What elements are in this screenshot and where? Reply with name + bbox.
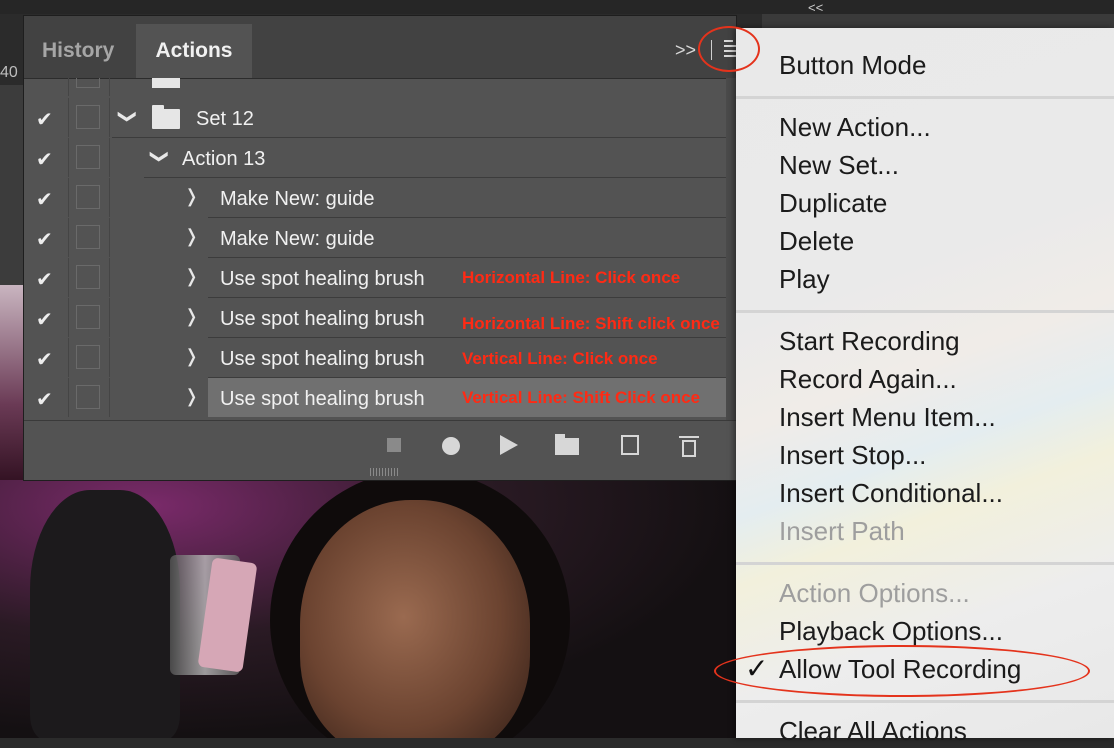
toggle-dialog-box[interactable] (76, 225, 100, 249)
new-set-icon[interactable] (555, 434, 579, 455)
action-list-row[interactable]: ✔ ❯ Set 12 (24, 98, 726, 138)
toggle-dialog-box[interactable] (76, 145, 100, 169)
action-label: Action 13 (182, 148, 266, 170)
menu-item-record-again[interactable]: Record Again... (779, 362, 957, 396)
chevron-right-icon[interactable]: ❭ (184, 266, 199, 287)
menu-item-insert-menu-item[interactable]: Insert Menu Item... (779, 400, 996, 434)
toggle-dialog-box[interactable] (76, 105, 100, 129)
app-top-strip (0, 0, 1114, 14)
step-label: Use spot healing brush (220, 388, 425, 410)
annotation-circle (714, 645, 1090, 697)
record-icon[interactable] (442, 437, 460, 455)
chevron-down-icon[interactable]: ❯ (149, 149, 170, 164)
toggle-dialog-box[interactable] (76, 385, 100, 409)
toggle-dialog-box[interactable] (76, 265, 100, 289)
toggle-item-check-icon[interactable]: ✔ (36, 147, 53, 172)
menu-item-delete[interactable]: Delete (779, 224, 854, 258)
step-label: Use spot healing brush (220, 308, 425, 330)
menu-item-start-recording[interactable]: Start Recording (779, 324, 960, 358)
left-canvas-strip (0, 85, 24, 285)
panel-scrollbar[interactable] (726, 78, 736, 420)
toggle-dialog-box[interactable] (76, 305, 100, 329)
menu-item-insert-stop[interactable]: Insert Stop... (779, 438, 926, 472)
panel-expand-icon[interactable]: >> (675, 40, 696, 61)
chevron-right-icon[interactable]: ❭ (184, 386, 199, 407)
toggle-dialog-box[interactable] (76, 345, 100, 369)
toggle-item-check-icon[interactable]: ✔ (36, 307, 53, 332)
action-list-row[interactable]: ✔ ❭ Make New: guide (24, 178, 726, 218)
chevron-down-icon[interactable]: ❯ (117, 109, 138, 124)
menu-item-action-options: Action Options... (779, 578, 970, 608)
play-icon[interactable] (500, 435, 518, 455)
trash-icon[interactable] (679, 434, 699, 458)
menu-item-clear-all-actions[interactable]: Clear All Actions (779, 714, 967, 748)
toggle-item-check-icon[interactable]: ✔ (36, 267, 53, 292)
step-label: Use spot healing brush (220, 268, 425, 290)
menu-item-button-mode[interactable]: Button Mode (779, 48, 926, 82)
step-label: Use spot healing brush (220, 348, 425, 370)
menu-item-duplicate[interactable]: Duplicate (779, 186, 887, 220)
chevron-right-icon[interactable]: ❭ (184, 186, 199, 207)
annotation-text: Horizontal Line: Shift click once (462, 314, 720, 333)
chevron-right-icon[interactable]: ❭ (184, 306, 199, 327)
ruler-number: 40 (0, 64, 18, 81)
toggle-item-check-icon[interactable]: ✔ (36, 387, 53, 412)
actions-flyout-menu: Button Mode New Action... New Set... Dup… (736, 28, 1114, 746)
panel-footer-toolbar (24, 420, 736, 469)
toggle-item-check-icon[interactable]: ✔ (36, 107, 53, 132)
folder-icon (152, 105, 180, 129)
chevron-right-icon[interactable]: ❭ (184, 226, 199, 247)
toggle-dialog-box[interactable] (76, 185, 100, 209)
panel-resize-grip[interactable] (370, 468, 400, 476)
photo-face (300, 500, 530, 738)
left-canvas-photo-strip (0, 285, 24, 485)
menu-item-insert-path: Insert Path (779, 516, 905, 546)
panel-tab-bar: History Actions >> (24, 16, 736, 79)
cut-off-row (24, 78, 726, 96)
annotation-text: Vertical Line: Shift Click once (462, 388, 701, 407)
menu-item-playback-options[interactable]: Playback Options... (779, 614, 1003, 648)
menu-item-play[interactable]: Play (779, 262, 830, 296)
stop-icon[interactable] (387, 438, 401, 452)
menu-separator (736, 562, 1114, 565)
action-list-row[interactable]: ✔ ❭ Make New: guide (24, 218, 726, 258)
annotation-text: Horizontal Line: Click once (462, 268, 681, 287)
menu-separator (736, 310, 1114, 313)
dock-collapse-icon[interactable]: << (808, 0, 823, 15)
annotation-text: Vertical Line: Click once (462, 349, 658, 368)
menu-item-new-set[interactable]: New Set... (779, 148, 899, 182)
step-label: Make New: guide (220, 188, 375, 210)
menu-item-insert-conditional[interactable]: Insert Conditional... (779, 476, 1003, 510)
document-canvas-photo (0, 480, 740, 738)
tab-actions[interactable]: Actions (136, 24, 252, 78)
toggle-item-check-icon[interactable]: ✔ (36, 347, 53, 372)
annotation-circle (698, 26, 760, 72)
action-list-row[interactable]: ✔ ❯ Action 13 (24, 138, 726, 178)
menu-separator (736, 96, 1114, 99)
toggle-item-check-icon[interactable]: ✔ (36, 187, 53, 212)
menu-item-new-action[interactable]: New Action... (779, 110, 931, 144)
toggle-item-check-icon[interactable]: ✔ (36, 227, 53, 252)
step-label: Make New: guide (220, 228, 375, 250)
set-label: Set 12 (196, 108, 254, 130)
tab-history[interactable]: History (42, 24, 114, 78)
actions-panel: History Actions >> ✔ ❯ Set 12 ✔ ❯ Action… (24, 16, 736, 480)
chevron-right-icon[interactable]: ❭ (184, 346, 199, 367)
new-action-icon[interactable] (621, 435, 639, 455)
photo-background-person (30, 490, 180, 738)
menu-separator (736, 700, 1114, 703)
